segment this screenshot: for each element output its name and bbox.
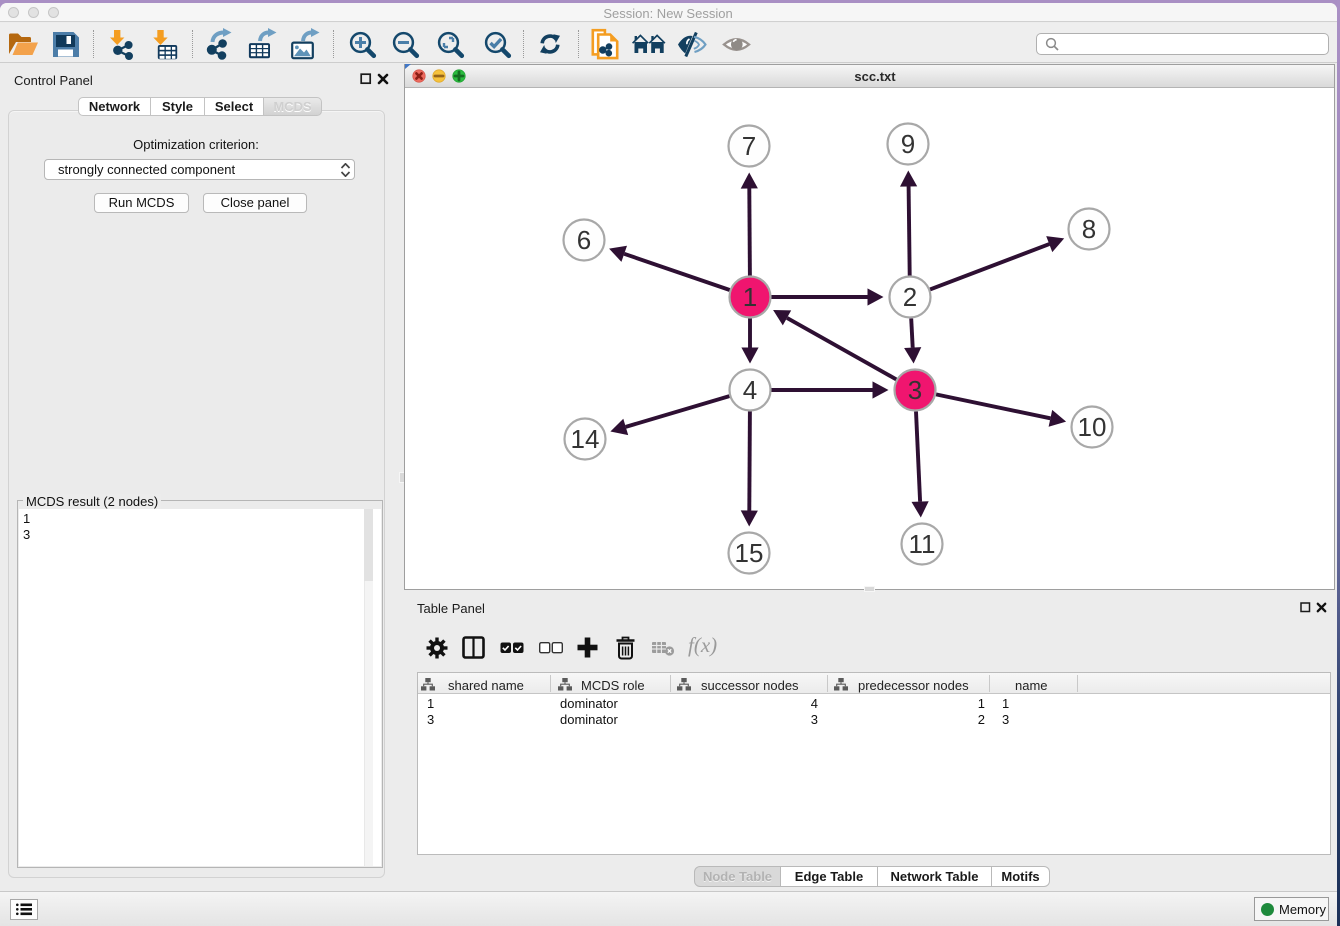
svg-text:6: 6 — [577, 225, 591, 255]
svg-text:7: 7 — [742, 131, 756, 161]
svg-text:14: 14 — [571, 424, 600, 454]
svg-text:1: 1 — [743, 282, 757, 312]
svg-text:10: 10 — [1078, 412, 1107, 442]
svg-text:9: 9 — [901, 129, 915, 159]
svg-text:11: 11 — [909, 529, 936, 559]
svg-text:15: 15 — [735, 538, 764, 568]
svg-text:2: 2 — [903, 282, 917, 312]
svg-text:3: 3 — [908, 375, 922, 405]
svg-text:8: 8 — [1082, 214, 1096, 244]
svg-text:4: 4 — [743, 375, 757, 405]
